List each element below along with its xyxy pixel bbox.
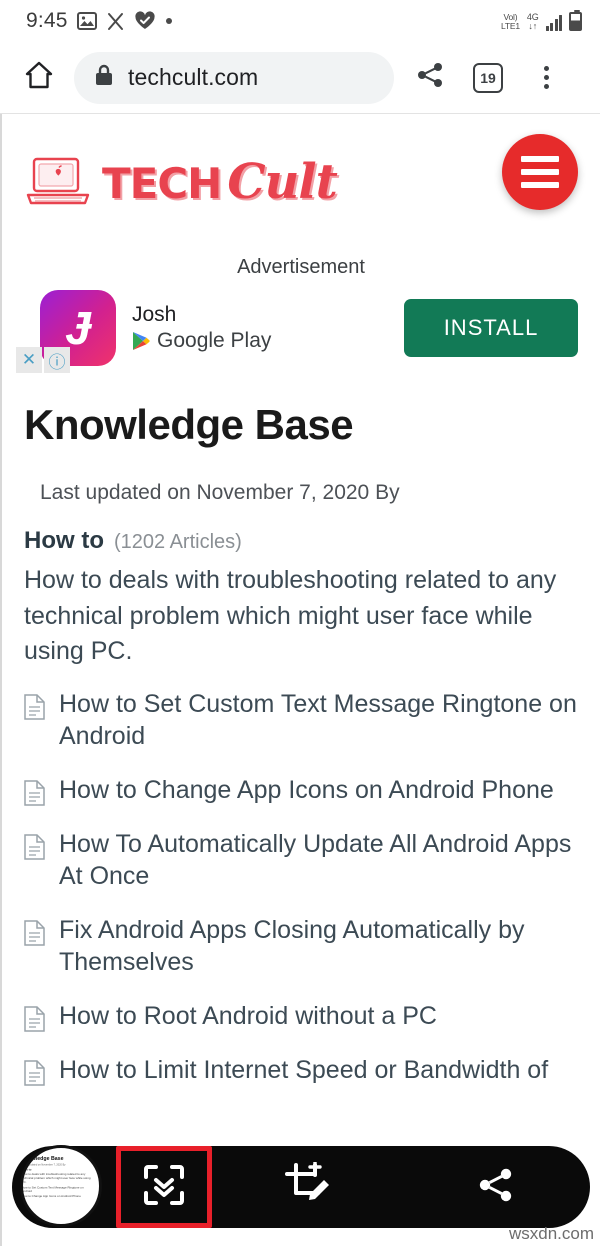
- lock-icon: [94, 64, 114, 92]
- image-icon: [76, 12, 97, 30]
- network-indicator: 4G ↓↑: [526, 11, 539, 31]
- thumb-link-2: How to Change App Icons on Android Phone: [21, 1194, 81, 1198]
- last-updated-text: Last updated on November 7, 2020 By: [40, 481, 400, 504]
- status-bar: 9:45 Vol) LTE1 4G ↓↑: [0, 0, 600, 42]
- status-bar-right: Vol) LTE1 4G ↓↑: [501, 9, 582, 31]
- kebab-menu-icon: [543, 66, 549, 89]
- share-icon: [415, 60, 445, 95]
- home-icon: [23, 59, 55, 96]
- thumb-title: Knowledge Base: [21, 1155, 64, 1162]
- ad-app-name: Josh: [132, 303, 177, 326]
- document-icon: [24, 919, 45, 946]
- category-header: How to (1202 Articles): [2, 505, 600, 555]
- web-page-content: TECH Cult Advertisement Ɉ Josh Google Pl…: [0, 114, 600, 1246]
- category-article-count: (1202 Articles): [113, 531, 242, 553]
- advertisement-banner[interactable]: Ɉ Josh Google Play INSTALL ✕ ⓘ: [2, 279, 600, 373]
- article-link[interactable]: How to Change App Icons on Android Phone: [59, 774, 554, 806]
- browser-share-button[interactable]: [408, 56, 452, 100]
- thumb-link-1: How to Set Custom Text Message Ringtone …: [21, 1185, 84, 1193]
- heart-check-icon: [134, 11, 156, 31]
- screenshot-thumbnail[interactable]: Knowledge Base Last updated on November …: [20, 1145, 102, 1227]
- volte-indicator: Vol) LTE1: [501, 11, 520, 31]
- article-link[interactable]: Fix Android Apps Closing Automatically b…: [59, 914, 590, 978]
- scroll-capture-icon: [142, 1163, 186, 1212]
- list-item[interactable]: How to Root Android without a PC: [24, 1000, 590, 1032]
- document-icon: [24, 1059, 45, 1086]
- ad-store-name: Google Play: [157, 329, 272, 352]
- google-play-icon: [132, 331, 150, 351]
- article-link[interactable]: How to Limit Internet Speed or Bandwidth…: [59, 1054, 548, 1086]
- advertisement-controls: ✕ ⓘ: [16, 347, 70, 373]
- url-text: techcult.com: [128, 64, 259, 90]
- site-hamburger-menu-button[interactable]: [502, 134, 578, 210]
- hamburger-menu-icon: [521, 156, 559, 162]
- list-item[interactable]: How To Automatically Update All Android …: [24, 828, 590, 892]
- logo-cult-word: Cult: [227, 154, 338, 210]
- advertisement-meta: Josh Google Play: [132, 303, 271, 353]
- watermark: wsxdn.com: [508, 1224, 594, 1243]
- screenshot-toolbar: Knowledge Base Last updated on November …: [12, 1145, 590, 1228]
- scissors-icon: [106, 12, 125, 31]
- document-icon: [24, 693, 45, 720]
- crop-edit-icon: [284, 1159, 330, 1213]
- site-logo[interactable]: TECH Cult: [22, 153, 338, 211]
- ad-store-row: Google Play: [132, 329, 271, 353]
- signal-bars-icon: [545, 14, 562, 31]
- document-icon: [24, 779, 45, 806]
- advertisement-label: Advertisement: [237, 256, 365, 278]
- site-header: TECH Cult: [2, 114, 600, 250]
- browser-menu-button[interactable]: [524, 56, 568, 100]
- browser-toolbar: techcult.com 19: [0, 42, 600, 114]
- logo-tech-word: TECH: [102, 159, 222, 208]
- share-icon: [476, 1165, 516, 1210]
- page-title: Knowledge Base: [24, 401, 354, 448]
- tab-switcher-button[interactable]: 19: [466, 56, 510, 100]
- list-item[interactable]: Fix Android Apps Closing Automatically b…: [24, 914, 590, 978]
- thumb-para: How to deals with troubleshooting relate…: [21, 1172, 91, 1184]
- article-link-list: How to Set Custom Text Message Ringtone …: [2, 670, 600, 1086]
- crop-edit-button[interactable]: [212, 1146, 401, 1228]
- laptop-icon: [22, 153, 94, 211]
- thumbnail-preview-content: Knowledge Base Last updated on November …: [21, 1154, 94, 1224]
- url-bar[interactable]: techcult.com: [74, 51, 394, 104]
- ad-info-button[interactable]: ⓘ: [44, 347, 70, 373]
- article-link[interactable]: How to Root Android without a PC: [59, 1000, 437, 1032]
- list-item[interactable]: How to Set Custom Text Message Ringtone …: [24, 688, 590, 752]
- clock: 9:45: [26, 9, 68, 32]
- status-bar-left: 9:45: [26, 9, 173, 33]
- tab-count-badge: 19: [473, 62, 503, 93]
- screenshot-actions: [116, 1146, 590, 1228]
- ad-close-button[interactable]: ✕: [16, 347, 42, 373]
- ad-install-button[interactable]: INSTALL: [404, 299, 578, 357]
- article-link[interactable]: How to Set Custom Text Message Ringtone …: [59, 688, 590, 752]
- article-link[interactable]: How To Automatically Update All Android …: [59, 828, 590, 892]
- document-icon: [24, 833, 45, 860]
- category-name[interactable]: How to: [24, 527, 104, 555]
- dot-icon: [165, 17, 173, 25]
- scroll-capture-button[interactable]: [116, 1146, 212, 1228]
- list-item[interactable]: How to Limit Internet Speed or Bandwidth…: [24, 1054, 590, 1086]
- screenshot-share-button[interactable]: [401, 1146, 590, 1228]
- site-logo-text: TECH Cult: [102, 154, 338, 210]
- category-description: How to deals with troubleshooting relate…: [24, 566, 557, 665]
- home-button[interactable]: [18, 57, 60, 99]
- document-icon: [24, 1005, 45, 1032]
- battery-icon: [569, 9, 582, 31]
- list-item[interactable]: How to Change App Icons on Android Phone: [24, 774, 590, 806]
